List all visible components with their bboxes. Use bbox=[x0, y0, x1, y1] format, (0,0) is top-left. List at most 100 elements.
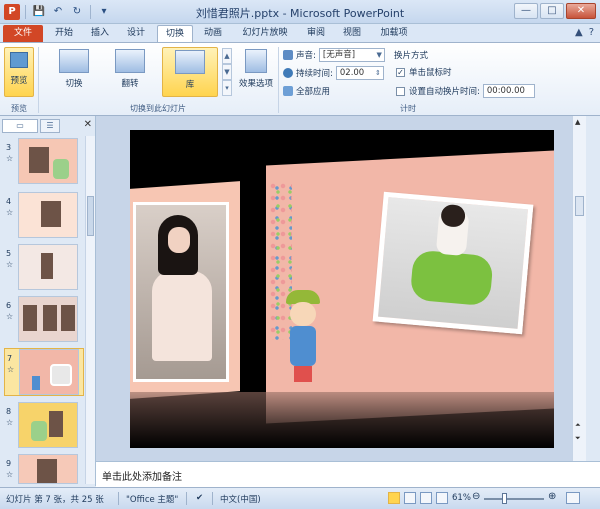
slide-number: 6 ☆ bbox=[6, 301, 14, 321]
slide-thumbnail[interactable]: 5 ☆ bbox=[4, 244, 84, 292]
group-separator bbox=[38, 47, 39, 113]
tab-animations[interactable]: 动画 bbox=[197, 25, 229, 42]
tab-file[interactable]: 文件 bbox=[3, 25, 43, 42]
slide-thumbnail[interactable]: 9 ☆ bbox=[4, 454, 84, 484]
tab-home[interactable]: 开始 bbox=[48, 25, 80, 42]
tab-view[interactable]: 视图 bbox=[336, 25, 368, 42]
normal-view-icon[interactable] bbox=[388, 492, 400, 504]
status-separator bbox=[118, 492, 119, 505]
flip-transition-icon bbox=[115, 49, 145, 73]
pane-close-icon[interactable]: ✕ bbox=[84, 119, 92, 130]
slide-thumbnail[interactable]: 3 ☆ bbox=[4, 138, 84, 186]
next-slide-icon[interactable]: ⏷ bbox=[575, 434, 581, 443]
tab-slideshow[interactable]: 幻灯片放映 bbox=[234, 25, 296, 42]
slide-number: 7 ☆ bbox=[7, 354, 15, 374]
advance-heading: 换片方式 bbox=[394, 49, 428, 61]
slideshow-view-icon[interactable] bbox=[436, 492, 448, 504]
slide-count-status: 幻灯片 第 7 张，共 25 张 bbox=[6, 495, 104, 505]
on-click-checkbox[interactable]: ✓ bbox=[396, 67, 405, 77]
ribbon-tabs: 文件 开始 插入 设计 切换 动画 幻灯片放映 审阅 视图 加载项 ▲ ? bbox=[0, 24, 600, 42]
apply-all-button[interactable]: 全部应用 bbox=[283, 85, 330, 97]
slide-thumbnail[interactable]: 4 ☆ bbox=[4, 192, 84, 240]
preview-button[interactable]: 预览 bbox=[4, 47, 34, 97]
scrollbar-thumb[interactable] bbox=[87, 196, 94, 236]
ribbon: 预览 预览 切换 翻转 库 ▲ ▼ ▾ 效果选项 切换到此幻灯片 声音: [无声… bbox=[0, 42, 600, 116]
scrollbar-thumb[interactable] bbox=[575, 196, 584, 216]
notes-placeholder: 单击此处添加备注 bbox=[102, 472, 182, 483]
slide-thumb-image bbox=[18, 244, 78, 290]
duration-label: 持续时间: bbox=[296, 69, 333, 79]
effect-options-button[interactable]: 效果选项 bbox=[236, 47, 276, 97]
spinner-icon: ⇕ bbox=[375, 69, 381, 77]
zoom-in-icon[interactable]: ⊕ bbox=[548, 491, 556, 502]
duration-spinner[interactable]: 02.00 ⇕ bbox=[335, 66, 384, 80]
slide-thumb-image bbox=[18, 138, 78, 184]
spellcheck-icon[interactable]: ✔ bbox=[196, 493, 203, 503]
slide-thumb-image bbox=[18, 192, 78, 238]
current-slide[interactable] bbox=[130, 130, 554, 448]
pane-tabs: ▭ ☰ ✕ bbox=[2, 119, 94, 133]
zoom-slider-knob[interactable] bbox=[502, 493, 507, 504]
apply-all-label: 全部应用 bbox=[296, 87, 331, 97]
tab-transitions[interactable]: 切换 bbox=[157, 25, 193, 42]
sound-value: [无声音] bbox=[322, 50, 356, 60]
slide-scrollbar[interactable]: ▲ ⏶ ⏷ bbox=[572, 116, 586, 461]
apply-all-icon bbox=[283, 86, 293, 96]
minimize-ribbon-icon[interactable]: ▲ bbox=[575, 27, 583, 38]
tab-review[interactable]: 审阅 bbox=[300, 25, 332, 42]
thumbnail-scrollbar[interactable] bbox=[85, 136, 95, 484]
tab-slides[interactable]: ▭ bbox=[2, 119, 38, 133]
group-label-timing: 计时 bbox=[400, 104, 416, 113]
notes-pane[interactable]: 单击此处添加备注 bbox=[96, 461, 600, 487]
zoom-level[interactable]: 61% bbox=[452, 493, 471, 503]
gallery-transition-icon bbox=[175, 50, 205, 74]
after-option: 设置自动换片时间: 00:00.00 bbox=[396, 84, 535, 98]
transition-gallery-button[interactable]: 库 bbox=[162, 47, 218, 97]
close-button[interactable]: ✕ bbox=[566, 3, 596, 19]
tab-outline[interactable]: ☰ bbox=[40, 119, 60, 133]
duration-value: 02.00 bbox=[339, 68, 365, 78]
tab-addins[interactable]: 加载项 bbox=[374, 25, 414, 42]
zoom-out-icon[interactable]: ⊖ bbox=[472, 491, 480, 502]
maximize-button[interactable]: □ bbox=[540, 3, 564, 19]
minimize-button[interactable]: — bbox=[514, 3, 538, 19]
chevron-down-icon: ▼ bbox=[376, 51, 382, 59]
slide-thumbnail[interactable]: 6 ☆ bbox=[4, 296, 84, 344]
gallery-up-icon[interactable]: ▲ bbox=[222, 48, 232, 64]
on-click-option[interactable]: ✓ 单击鼠标时 bbox=[396, 66, 452, 78]
slide-reflection bbox=[130, 392, 554, 448]
sound-row: 声音: [无声音] ▼ bbox=[283, 48, 385, 62]
zoom-slider-track[interactable] bbox=[484, 498, 544, 500]
fit-to-window-icon[interactable] bbox=[566, 492, 580, 504]
slide-thumbnail-selected[interactable]: 7 ☆ bbox=[4, 348, 84, 396]
after-time-spinner[interactable]: 00:00.00 bbox=[482, 84, 535, 98]
gallery-more-icon[interactable]: ▾ bbox=[222, 80, 232, 96]
window-title: 刘惜君照片.pptx - Microsoft PowerPoint bbox=[195, 7, 405, 20]
slide-thumbnail[interactable]: 8 ☆ bbox=[4, 402, 84, 450]
theme-status[interactable]: "Office 主题" bbox=[126, 493, 178, 505]
transition-cut-button[interactable]: 切换 bbox=[50, 47, 98, 97]
slide-thumb-image bbox=[19, 349, 79, 395]
previous-slide-icon[interactable]: ⏶ bbox=[575, 421, 581, 430]
sound-dropdown[interactable]: [无声音] ▼ bbox=[318, 48, 385, 62]
transition-label: 切换 bbox=[65, 79, 83, 89]
transition-flip-button[interactable]: 翻转 bbox=[106, 47, 154, 97]
slide-number: 8 ☆ bbox=[6, 407, 14, 427]
help-icon[interactable]: ? bbox=[589, 27, 594, 38]
group-label-transitions: 切换到此幻灯片 bbox=[130, 104, 186, 113]
cut-transition-icon bbox=[59, 49, 89, 73]
scroll-up-icon[interactable]: ▲ bbox=[575, 118, 580, 126]
slide-photo-left bbox=[133, 202, 229, 382]
tab-design[interactable]: 设计 bbox=[120, 25, 152, 42]
reading-view-icon[interactable] bbox=[420, 492, 432, 504]
slide-photo-right bbox=[372, 191, 534, 335]
effect-options-label: 效果选项 bbox=[238, 79, 273, 89]
tabs-right-controls: ▲ ? bbox=[575, 27, 594, 38]
language-status[interactable]: 中文(中国) bbox=[220, 493, 261, 505]
slide-number: 5 ☆ bbox=[6, 249, 14, 269]
gallery-down-icon[interactable]: ▼ bbox=[222, 64, 232, 80]
status-bar: 幻灯片 第 7 张，共 25 张 "Office 主题" ✔ 中文(中国) 61… bbox=[0, 487, 600, 509]
slide-sorter-icon[interactable] bbox=[404, 492, 416, 504]
after-checkbox[interactable] bbox=[396, 86, 405, 96]
tab-insert[interactable]: 插入 bbox=[84, 25, 116, 42]
